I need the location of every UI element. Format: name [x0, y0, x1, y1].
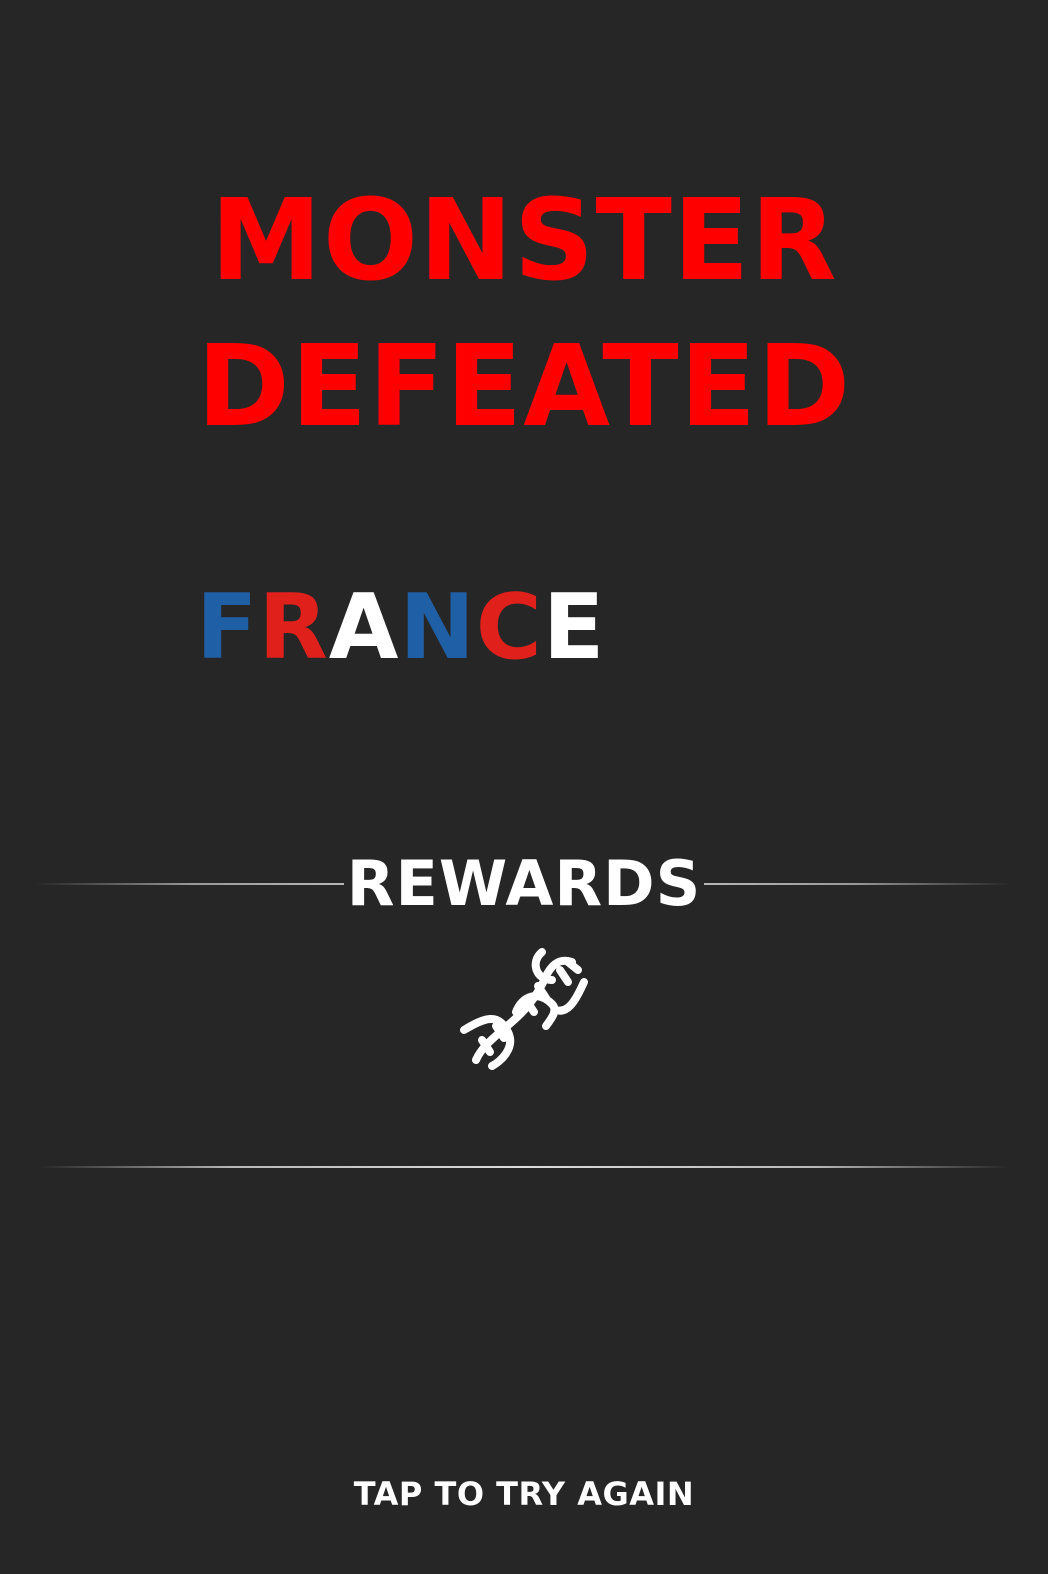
dna-icon [456, 940, 588, 1072]
country-letter: F [196, 575, 259, 680]
title-line-1: MONSTER [210, 176, 838, 306]
game-over-screen[interactable]: MONSTER DEFEATED FRANCE REWARDS TAP TO T… [0, 0, 1048, 1574]
divider-bottom [40, 1166, 1008, 1168]
country-name: FRANCE [196, 580, 605, 676]
rewards-header: REWARDS [0, 846, 1048, 922]
country-letter: A [328, 575, 400, 680]
title-line-2: DEFEATED [196, 322, 852, 452]
country-letter: N [399, 575, 476, 680]
country-letter: E [542, 575, 606, 680]
tap-to-try-again[interactable]: TAP TO TRY AGAIN [0, 1472, 1048, 1516]
country-letter: C [475, 575, 543, 680]
country-letter: R [258, 575, 329, 680]
page-title: MONSTER DEFEATED [0, 168, 1048, 460]
divider-right [704, 883, 1010, 885]
